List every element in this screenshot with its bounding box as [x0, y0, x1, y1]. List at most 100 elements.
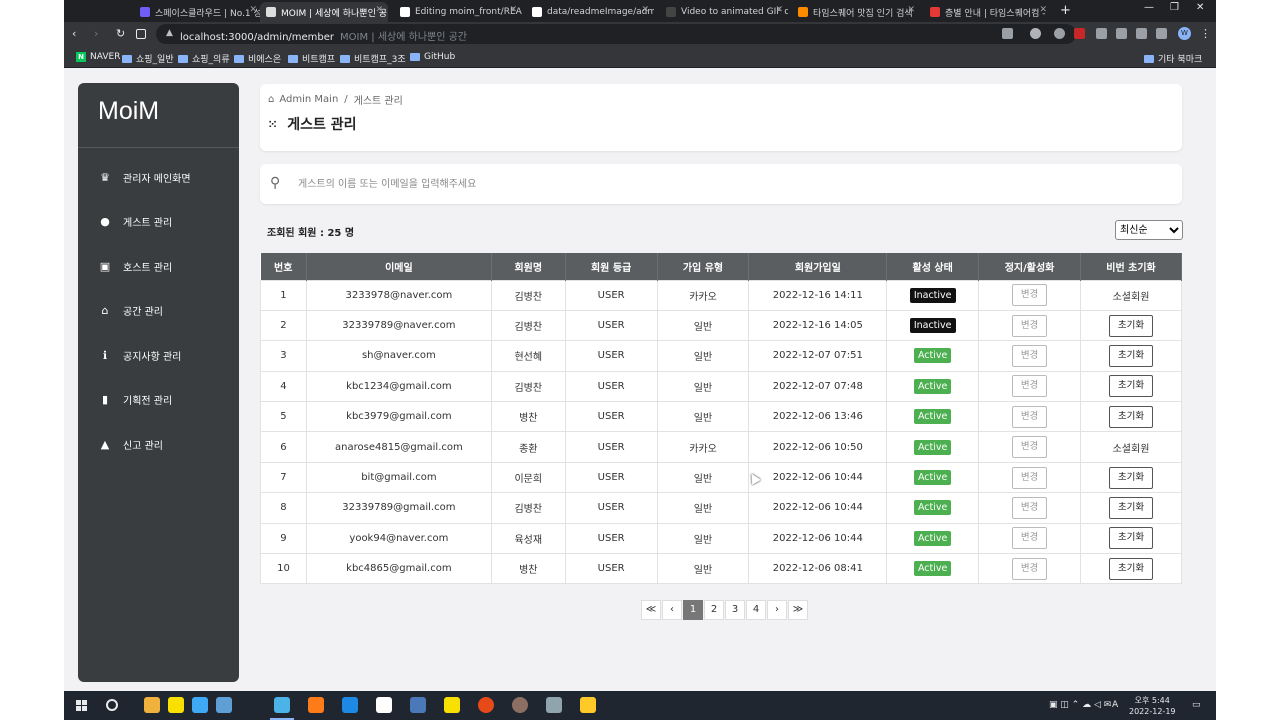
vscode-icon[interactable]: [342, 697, 358, 713]
change-status-button[interactable]: 변경: [1012, 557, 1048, 580]
sidebar-item-7[interactable]: ▲ 신고 관리: [98, 437, 163, 452]
tray-icons[interactable]: ▣ ◫ ⌃ ☁ ◁ ✉: [1049, 700, 1111, 710]
search-input[interactable]: [298, 174, 1158, 194]
clock[interactable]: 오후 5:44 2022-12-19: [1129, 695, 1176, 717]
omnibox[interactable]: ▲ localhost:3000/admin/member MOIM | 세상에 …: [156, 24, 1076, 44]
settings-icon[interactable]: [512, 697, 528, 713]
reset-password-button[interactable]: 초기화: [1109, 557, 1153, 580]
app-icon-2[interactable]: [410, 697, 426, 713]
change-status-button[interactable]: 변경: [1012, 375, 1048, 398]
reset-password-button[interactable]: 초기화: [1109, 314, 1153, 337]
flag-icon[interactable]: [1074, 28, 1085, 39]
laptop-icon[interactable]: [216, 697, 232, 713]
naver-extension-icon[interactable]: [136, 29, 146, 39]
sidebar-item-1[interactable]: ♛ 관리자 메인화면: [98, 170, 191, 185]
close-tab-icon[interactable]: ✕: [775, 5, 783, 15]
kakaotalk-icon-2[interactable]: [444, 697, 460, 713]
sidebar-item-6[interactable]: ▮ 기획전 관리: [98, 392, 172, 407]
reset-password-button[interactable]: 초기화: [1109, 405, 1153, 428]
file-explorer-icon[interactable]: [144, 697, 160, 713]
change-status-button[interactable]: 변경: [1012, 344, 1048, 367]
app-icon-4[interactable]: [546, 697, 562, 713]
close-tab-icon[interactable]: ✕: [249, 5, 257, 15]
browser-tab[interactable]: MOIM | 세상에 하나뿐인 공 ✕: [260, 2, 388, 22]
minimize-button[interactable]: —: [1144, 2, 1154, 13]
browser-tab[interactable]: data/readmeImage/admin a✕: [526, 2, 654, 22]
change-status-button[interactable]: 변경: [1012, 284, 1048, 307]
intellij-icon[interactable]: [308, 697, 324, 713]
media-icon[interactable]: [1116, 28, 1127, 39]
notion-icon[interactable]: [376, 697, 392, 713]
sort-select[interactable]: 최신순: [1115, 220, 1183, 240]
first-page-button[interactable]: ≪: [641, 600, 661, 620]
app-icon-5[interactable]: [580, 697, 596, 713]
last-page-button[interactable]: ≫: [788, 600, 808, 620]
share-icon[interactable]: [1002, 28, 1013, 39]
bookmark-2[interactable]: 쇼핑_일반: [122, 52, 174, 65]
reset-password-button[interactable]: 초기화: [1109, 466, 1153, 489]
browser-tab[interactable]: Video to animated GIF conv✕: [660, 2, 788, 22]
bookmark-7[interactable]: GitHub: [410, 52, 455, 62]
sidebar-item-2[interactable]: ● 게스트 관리: [98, 214, 172, 229]
bookmark-6[interactable]: 비트캠프_3조: [340, 52, 406, 65]
page-button-3[interactable]: 3: [725, 600, 745, 620]
sidebar-item-4[interactable]: ⌂ 공간 관리: [98, 303, 163, 318]
app-icon-3[interactable]: [478, 697, 494, 713]
prev-page-button[interactable]: ‹: [662, 600, 682, 620]
puzzle-icon[interactable]: [1054, 28, 1065, 39]
close-tab-icon[interactable]: ✕: [641, 5, 649, 15]
reset-password-button[interactable]: 초기화: [1109, 496, 1153, 519]
id-card-icon: ▣: [99, 260, 111, 273]
search-icon[interactable]: ⚲: [270, 175, 280, 191]
page-button-2[interactable]: 2: [704, 600, 724, 620]
notification-icon[interactable]: ▭: [1192, 700, 1201, 710]
next-page-button[interactable]: ›: [767, 600, 787, 620]
reset-password-button[interactable]: 초기화: [1109, 375, 1153, 398]
windows-start-icon[interactable]: [76, 700, 88, 712]
menu-kebab-icon[interactable]: ⋮: [1200, 27, 1211, 40]
change-status-button[interactable]: 변경: [1012, 527, 1048, 550]
change-status-button[interactable]: 변경: [1012, 405, 1048, 428]
logo[interactable]: MoiM: [98, 97, 159, 126]
reset-password-button[interactable]: 초기화: [1109, 527, 1153, 550]
kakaotalk-icon[interactable]: [168, 697, 184, 713]
breadcrumb-home[interactable]: Admin Main: [279, 94, 338, 105]
close-tab-icon[interactable]: ✕: [907, 5, 915, 15]
change-status-button[interactable]: 변경: [1012, 496, 1048, 519]
close-window-button[interactable]: ✕: [1196, 2, 1204, 13]
bookmark-4[interactable]: 비에스온: [234, 52, 281, 65]
download-icon[interactable]: [1096, 28, 1107, 39]
close-tab-icon[interactable]: ✕: [1039, 5, 1047, 15]
forward-button[interactable]: ›: [94, 27, 98, 40]
other-bookmarks[interactable]: 기타 북마크: [1144, 52, 1202, 65]
page-button-1[interactable]: 1: [683, 600, 703, 620]
app-icon[interactable]: [192, 697, 208, 713]
close-tab-icon[interactable]: ✕: [375, 5, 383, 15]
maximize-button[interactable]: ❐: [1170, 2, 1179, 13]
search-taskbar-icon[interactable]: [106, 699, 118, 711]
change-status-button[interactable]: 변경: [1012, 466, 1048, 489]
browser-tab[interactable]: 타임스퀘어 맛집 인기 검색 ✕: [792, 2, 920, 22]
browser-tab[interactable]: 층별 안내 | 타임스퀘어컴 - ✕: [924, 2, 1052, 22]
back-button[interactable]: ‹: [72, 27, 76, 40]
bookmark-5[interactable]: 비트캠프: [288, 52, 335, 65]
chrome-icon[interactable]: [274, 697, 290, 713]
change-status-button[interactable]: 변경: [1012, 314, 1048, 337]
bookmark-3[interactable]: 쇼핑_의류: [178, 52, 230, 65]
new-tab-button[interactable]: +: [1060, 3, 1071, 18]
change-status-button[interactable]: 변경: [1012, 436, 1048, 459]
browser-tab[interactable]: Editing moim_front/READM✕: [394, 2, 522, 22]
profile-avatar[interactable]: W: [1178, 27, 1191, 40]
sidebar-item-5[interactable]: ℹ 공지사항 관리: [98, 348, 181, 363]
bookmark-1[interactable]: N NAVER: [76, 52, 120, 62]
close-tab-icon[interactable]: ✕: [509, 5, 517, 15]
reload-button[interactable]: ↻: [116, 27, 125, 40]
page-button-4[interactable]: 4: [746, 600, 766, 620]
browser-tab[interactable]: 스페이스클라우드 | No.1 성 ✕: [134, 2, 262, 22]
reset-password-button[interactable]: 초기화: [1109, 344, 1153, 367]
sidebar-item-3[interactable]: ▣ 호스트 관리: [98, 259, 172, 274]
screenshot-icon[interactable]: [1136, 28, 1147, 39]
extension-icon[interactable]: [1030, 28, 1041, 39]
sidepanel-icon[interactable]: [1156, 28, 1167, 39]
ime-indicator[interactable]: A: [1112, 700, 1118, 710]
